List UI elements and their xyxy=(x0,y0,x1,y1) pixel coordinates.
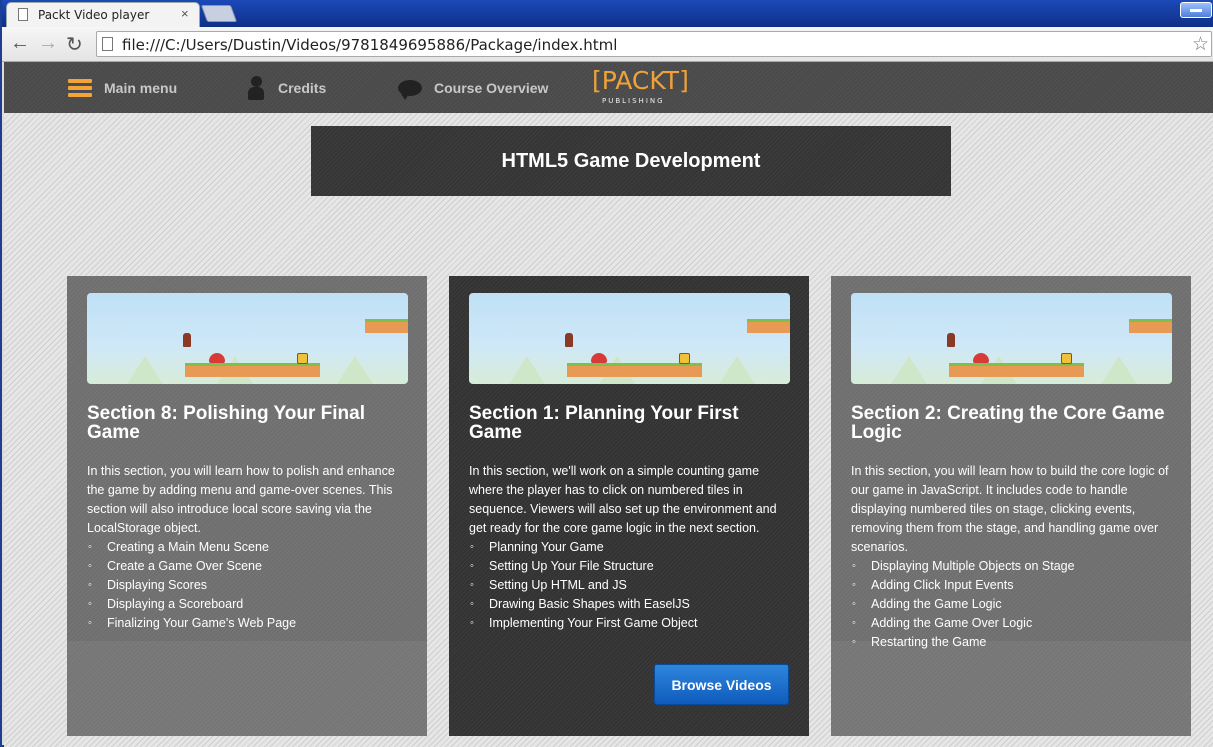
section-title: Section 1: Planning Your First Game xyxy=(469,403,739,443)
forward-arrow-icon[interactable]: → xyxy=(38,32,58,55)
video-list: Creating a Main Menu Scene Create a Game… xyxy=(88,538,417,633)
player-sprite xyxy=(947,333,955,347)
tab-strip: Packt Video player × xyxy=(2,0,1213,27)
list-item[interactable]: Implementing Your First Game Object xyxy=(470,614,799,633)
close-tab-icon[interactable]: × xyxy=(181,6,189,21)
list-item[interactable]: Displaying Multiple Objects on Stage xyxy=(852,557,1181,576)
browser-window: Packt Video player × ← → ↻ file:///C:/Us… xyxy=(0,0,1213,747)
section-description: In this section, we'll work on a simple … xyxy=(469,464,777,535)
page-title: HTML5 Game Development xyxy=(501,149,761,172)
platform xyxy=(747,319,790,333)
url-text[interactable]: file:///C:/Users/Dustin/Videos/978184969… xyxy=(122,36,617,54)
list-item[interactable]: Drawing Basic Shapes with EaselJS xyxy=(470,595,799,614)
section-card-active[interactable]: Section 1: Planning Your First Game In t… xyxy=(449,276,809,736)
logo-subtitle: PUBLISHING xyxy=(602,97,665,105)
tab-title: Packt Video player xyxy=(38,8,150,22)
platform xyxy=(365,319,408,333)
nav-main-menu[interactable]: Main menu xyxy=(68,62,177,113)
new-tab-button[interactable] xyxy=(200,5,238,22)
list-item[interactable]: Adding the Game Over Logic xyxy=(852,614,1181,633)
section-card[interactable]: Section 2: Creating the Core Game Logic … xyxy=(831,276,1191,736)
section-title: Section 8: Polishing Your Final Game xyxy=(87,403,365,443)
minimize-button[interactable] xyxy=(1180,2,1212,18)
list-item[interactable]: Adding Click Input Events xyxy=(852,576,1181,595)
section-description: In this section, you will learn how to p… xyxy=(87,464,395,535)
list-item[interactable]: Setting Up Your File Structure xyxy=(470,557,799,576)
packt-logo: [PACKT] PUBLISHING xyxy=(592,66,689,105)
nav-label: Course Overview xyxy=(434,79,549,96)
enemy-sprite xyxy=(209,353,225,363)
speech-bubble-icon xyxy=(398,79,422,100)
page-icon xyxy=(18,8,28,21)
list-item[interactable]: Restarting the Game xyxy=(852,633,1181,652)
section-thumbnail[interactable] xyxy=(469,293,790,384)
list-item[interactable]: Planning Your Game xyxy=(470,538,799,557)
page-content: Main menu Credits Course Overview [PACKT… xyxy=(4,62,1213,747)
list-item[interactable]: Creating a Main Menu Scene xyxy=(88,538,417,557)
section-thumbnail[interactable] xyxy=(87,293,408,384)
enemy-sprite xyxy=(973,353,989,363)
list-item[interactable]: Setting Up HTML and JS xyxy=(470,576,799,595)
list-item[interactable]: Create a Game Over Scene xyxy=(88,557,417,576)
platform xyxy=(949,363,1084,377)
browse-videos-button[interactable]: Browse Videos xyxy=(654,664,789,705)
nav-label: Main menu xyxy=(104,79,178,96)
coin-sprite xyxy=(679,353,690,364)
nav-credits[interactable]: Credits xyxy=(246,62,326,113)
section-title: Section 2: Creating the Core Game Logic xyxy=(851,403,1165,443)
enemy-sprite xyxy=(591,353,607,363)
player-sprite xyxy=(183,333,191,347)
platform xyxy=(185,363,320,377)
section-description: In this section, you will learn how to b… xyxy=(851,464,1169,554)
coin-sprite xyxy=(297,353,308,364)
site-nav: Main menu Credits Course Overview [PACKT… xyxy=(4,62,1213,113)
menu-icon xyxy=(68,78,92,97)
back-arrow-icon[interactable]: ← xyxy=(10,32,30,55)
coin-sprite xyxy=(1061,353,1072,364)
platform xyxy=(1129,319,1172,333)
address-bar[interactable]: file:///C:/Users/Dustin/Videos/978184969… xyxy=(96,31,1212,57)
list-item[interactable]: Displaying Scores xyxy=(88,576,417,595)
list-item[interactable]: Adding the Game Logic xyxy=(852,595,1181,614)
section-thumbnail[interactable] xyxy=(851,293,1172,384)
bookmark-star-icon[interactable]: ☆ xyxy=(1192,33,1209,56)
list-item[interactable]: Finalizing Your Game's Web Page xyxy=(88,614,417,633)
list-item[interactable]: Displaying a Scoreboard xyxy=(88,595,417,614)
platform xyxy=(567,363,702,377)
course-title-banner: HTML5 Game Development xyxy=(311,126,951,196)
page-icon xyxy=(102,37,113,51)
browser-toolbar: ← → ↻ file:///C:/Users/Dustin/Videos/978… xyxy=(2,27,1213,62)
browser-tab[interactable]: Packt Video player × xyxy=(6,2,200,27)
person-icon xyxy=(246,75,266,100)
nav-label: Credits xyxy=(278,79,327,96)
reload-icon[interactable]: ↻ xyxy=(66,32,83,57)
section-card[interactable]: Section 8: Polishing Your Final Game In … xyxy=(67,276,427,736)
logo-word: [PACKT] xyxy=(592,66,689,95)
video-list: Planning Your Game Setting Up Your File … xyxy=(470,538,799,633)
player-sprite xyxy=(565,333,573,347)
video-list: Displaying Multiple Objects on Stage Add… xyxy=(852,557,1181,652)
nav-course-overview[interactable]: Course Overview xyxy=(398,62,548,113)
